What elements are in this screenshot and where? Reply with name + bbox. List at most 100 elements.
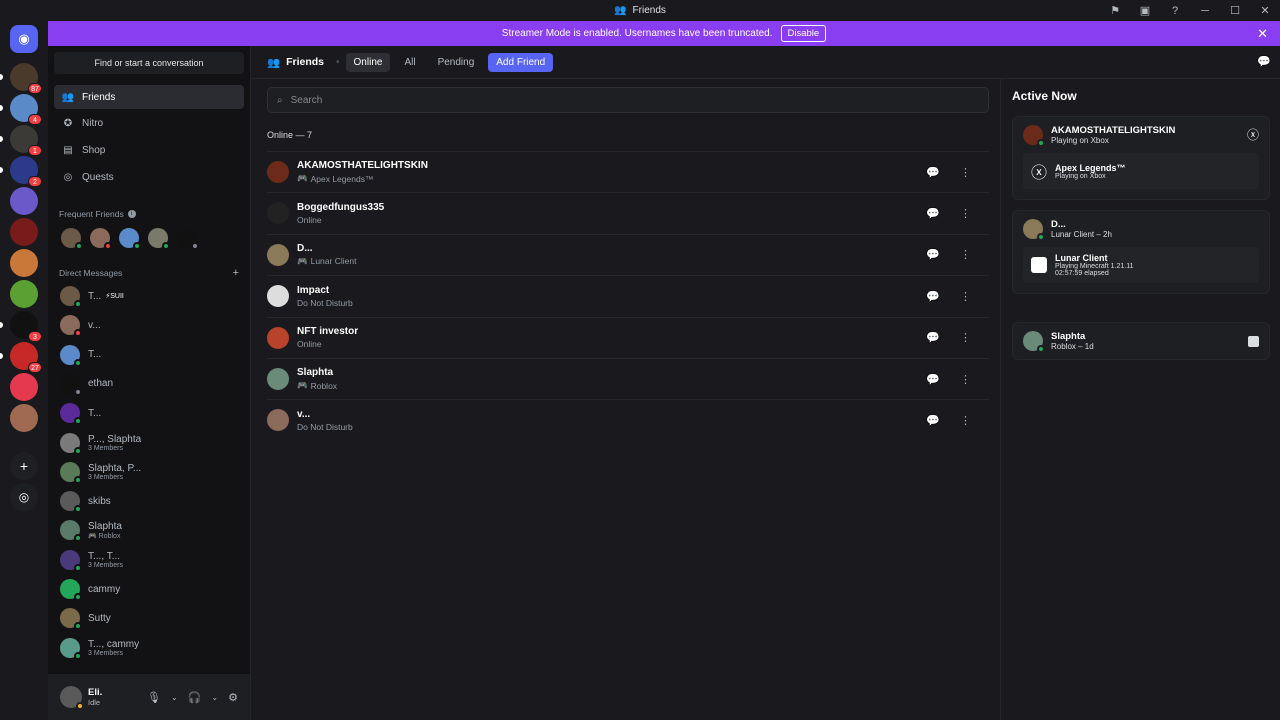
message-icon[interactable]: 💬 — [926, 166, 940, 179]
dm-item[interactable]: skibs — [54, 488, 244, 514]
mention-badge: 3 — [28, 331, 42, 342]
friend-row[interactable]: NFT investor Online 💬 ⋮ — [267, 316, 989, 358]
avatar[interactable] — [60, 686, 84, 710]
nav-friends[interactable]: 👥 Friends — [54, 85, 244, 109]
message-icon[interactable]: 💬 — [926, 414, 940, 427]
dm-item[interactable]: Slaphta 🎮 Roblox — [54, 517, 244, 543]
avatar[interactable] — [177, 228, 199, 250]
more-options-icon[interactable]: ⋮ — [960, 414, 971, 427]
info-icon[interactable]: i — [127, 210, 136, 218]
dm-item[interactable]: v... — [54, 312, 244, 338]
mention-badge: 4 — [28, 114, 42, 125]
streamer-mode-banner: Streamer Mode is enabled. Usernames have… — [48, 21, 1280, 46]
page-title: 👥 Friends — [267, 56, 325, 69]
more-options-icon[interactable]: ⋮ — [960, 248, 971, 261]
server-icon[interactable]: 3 — [0, 311, 42, 342]
friend-row[interactable]: Slaphta 🎮 Roblox 💬 ⋮ — [267, 358, 989, 399]
maximize-button[interactable]: ☐ — [1220, 4, 1250, 17]
friends-main: 👥 Friends • Online All Pending Add Frien… — [250, 46, 1280, 720]
avatar — [1023, 331, 1045, 353]
inbox-icon[interactable]: ⚑ — [1100, 4, 1130, 17]
activity-card[interactable]: Slaphta Roblox – 1d — [1012, 322, 1270, 360]
dm-sidebar: Find or start a conversation 👥 Friends ✪… — [48, 46, 250, 720]
server-icon[interactable] — [10, 218, 38, 246]
dm-item[interactable]: T..., cammy 3 Members — [54, 635, 244, 661]
dm-item[interactable]: T... — [54, 342, 244, 368]
friend-row[interactable]: AKAMOSTHATELIGHTSKIN 🎮 Apex Legends™ 💬 ⋮ — [267, 151, 989, 192]
help-icon[interactable]: ? — [1160, 5, 1190, 17]
dm-item[interactable]: T..., T... 3 Members — [54, 547, 244, 573]
dm-item[interactable]: Sutty — [54, 605, 244, 631]
gear-icon[interactable]: ⚙ — [228, 691, 238, 704]
message-icon[interactable]: 💬 — [926, 290, 940, 303]
friend-row[interactable]: Impact Do Not Disturb 💬 ⋮ — [267, 275, 989, 316]
dm-item[interactable]: T... ⚡SUII — [54, 283, 244, 309]
avatar[interactable] — [119, 228, 141, 250]
more-options-icon[interactable]: ⋮ — [960, 166, 971, 179]
find-conversation-button[interactable]: Find or start a conversation — [54, 52, 244, 74]
message-icon[interactable]: 💬 — [926, 207, 940, 220]
more-options-icon[interactable]: ⋮ — [960, 207, 971, 220]
add-friend-button[interactable]: Add Friend — [488, 52, 554, 72]
message-icon[interactable]: 💬 — [926, 373, 940, 386]
dm-item[interactable]: P..., Slaphta 3 Members — [54, 430, 244, 456]
nav-nitro[interactable]: ✪ Nitro — [54, 111, 244, 135]
add-server-icon[interactable]: + — [10, 452, 38, 480]
server-icon[interactable]: 1 — [0, 125, 42, 156]
nav-shop[interactable]: ▤ Shop — [54, 138, 244, 162]
chevron-down-icon[interactable]: ⌄ — [211, 693, 218, 702]
server-icon[interactable] — [10, 404, 38, 432]
avatar — [60, 344, 82, 367]
server-icon[interactable]: 27 — [0, 342, 42, 373]
activity-card[interactable]: D... Lunar Client – 2h Lunar Client Play… — [1012, 210, 1270, 294]
tab-all[interactable]: All — [396, 53, 423, 72]
nitro-icon: ✪ — [63, 117, 73, 129]
close-icon[interactable]: ✕ — [1257, 26, 1268, 42]
tab-pending[interactable]: Pending — [430, 53, 483, 72]
dm-item[interactable]: Slaphta, P... 3 Members — [54, 459, 244, 485]
window-title: 👥 Friends — [614, 5, 666, 16]
server-icon[interactable]: 4 — [0, 94, 42, 125]
dm-item[interactable]: ethan — [54, 371, 244, 397]
server-icon[interactable] — [10, 249, 38, 277]
frequent-friends-row — [61, 228, 199, 250]
dm-item[interactable]: cammy — [54, 576, 244, 602]
avatar[interactable] — [90, 228, 112, 250]
server-icon[interactable]: 87 — [0, 63, 42, 94]
friend-row[interactable]: D... 🎮 Lunar Client 💬 ⋮ — [267, 233, 989, 275]
close-window-button[interactable]: ✕ — [1250, 4, 1280, 17]
avatar — [60, 461, 82, 484]
avatar — [267, 161, 289, 183]
search-icon: ⌕ — [277, 94, 283, 106]
activity-card[interactable]: AKAMOSTHATELIGHTSKIN Playing on Xbox ⓧ ⓧ… — [1012, 116, 1270, 200]
disable-streamer-button[interactable]: Disable — [780, 25, 827, 42]
message-icon[interactable]: 💬 — [926, 248, 940, 261]
microphone-icon[interactable]: 🎙 — [147, 691, 161, 704]
friend-row[interactable]: Boggedfungus335 Online 💬 ⋮ — [267, 192, 989, 233]
more-options-icon[interactable]: ⋮ — [960, 373, 971, 386]
minimize-button[interactable]: ─ — [1190, 5, 1220, 17]
plus-icon[interactable]: + — [233, 267, 239, 279]
screen-icon[interactable]: ▣ — [1130, 4, 1160, 17]
discord-home-button[interactable]: ◉ — [10, 25, 38, 53]
server-icon[interactable]: 2 — [0, 156, 42, 187]
server-icon[interactable] — [10, 280, 38, 308]
friend-row[interactable]: v... Do Not Disturb 💬 ⋮ — [267, 399, 989, 440]
search-input[interactable]: ⌕ Search — [267, 87, 989, 113]
tab-online[interactable]: Online — [345, 52, 391, 72]
server-list: ◉ 87 4 1 2 3 27 + ◎ — [0, 21, 48, 720]
chevron-down-icon[interactable]: ⌄ — [171, 693, 178, 702]
more-options-icon[interactable]: ⋮ — [960, 331, 971, 344]
server-icon[interactable] — [10, 187, 38, 215]
more-options-icon[interactable]: ⋮ — [960, 290, 971, 303]
discover-icon[interactable]: ◎ — [10, 483, 38, 511]
avatar[interactable] — [148, 228, 170, 250]
nav-quests[interactable]: ◎ Quests — [54, 165, 244, 189]
new-group-dm-icon[interactable]: 💬 — [1257, 55, 1271, 68]
online-count-label: Online — 7 — [267, 130, 313, 140]
headphones-icon[interactable]: 🎧 — [188, 691, 202, 704]
server-icon[interactable] — [10, 373, 38, 401]
dm-item[interactable]: T... — [54, 400, 244, 426]
message-icon[interactable]: 💬 — [926, 331, 940, 344]
avatar[interactable] — [61, 228, 83, 250]
